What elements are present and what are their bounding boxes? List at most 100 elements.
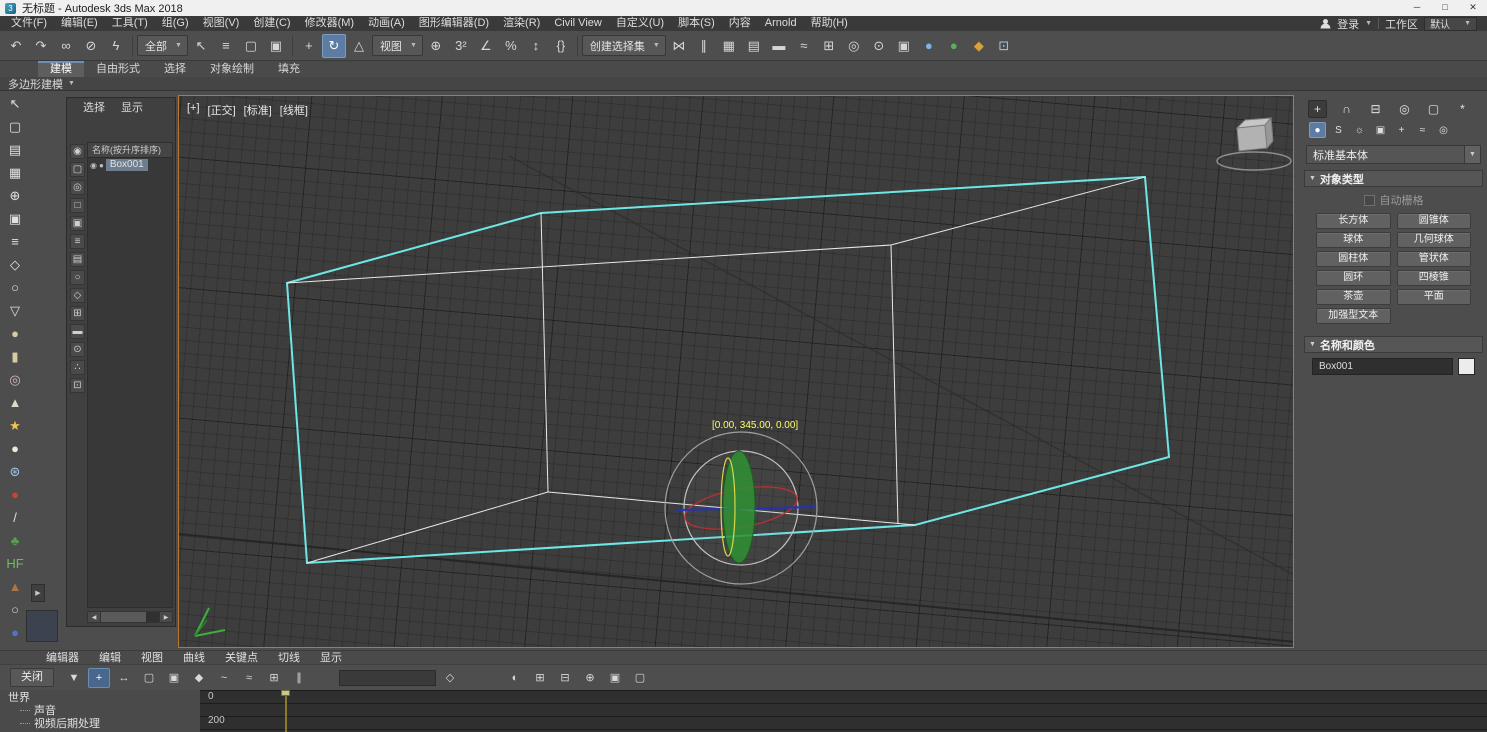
primitive-category-dropdown[interactable]: 标准基本体 ▼ (1306, 145, 1481, 164)
menu-item[interactable]: 内容 (722, 16, 758, 31)
scene-explorer-menu-item[interactable]: 选择 (83, 99, 105, 115)
selection-region-icon[interactable]: ▢ (239, 34, 263, 58)
snap-toggle-icon[interactable]: 3² (449, 34, 473, 58)
circle-tool-icon[interactable]: ○ (4, 277, 26, 298)
time-cursor-handle[interactable] (281, 690, 290, 696)
retime-icon[interactable]: ∥ (288, 668, 310, 688)
ribbon-tab[interactable]: 选择 (152, 61, 198, 77)
ribbon-tab[interactable]: 填充 (266, 61, 312, 77)
systems-subtab[interactable]: ◎ (1435, 122, 1452, 138)
viewport-label-segment[interactable]: [标准] (244, 102, 272, 118)
angle-snap-icon[interactable]: ∠ (474, 34, 498, 58)
render-iray-icon[interactable]: ● (942, 34, 966, 58)
scene-explorer-icon[interactable]: ▤ (742, 34, 766, 58)
menu-item[interactable]: 视图(V) (196, 16, 247, 31)
close-curve-editor-button[interactable]: 关闭 (10, 668, 54, 687)
menu-item[interactable]: 组(G) (155, 16, 196, 31)
render-online-icon[interactable]: ◆ (967, 34, 991, 58)
rectangle-tool-icon[interactable]: ▢ (4, 116, 26, 137)
time-cursor[interactable] (285, 690, 287, 732)
blue-ball-tool-icon[interactable]: ● (4, 622, 26, 643)
se-freeze-icon[interactable]: ▣ (70, 216, 85, 231)
ring-tool-icon[interactable]: ○ (4, 599, 26, 620)
se-geometry-icon[interactable]: ○ (70, 270, 85, 285)
name-column-header[interactable]: 名称(按升序排序) (88, 143, 172, 158)
object-color-swatch[interactable] (1458, 358, 1475, 375)
cameras-subtab[interactable]: ▣ (1372, 122, 1389, 138)
cylinder-primitive-icon[interactable]: ▮ (4, 346, 26, 367)
grid-tool-icon[interactable]: ▦ (4, 162, 26, 183)
display-tab[interactable]: ▢ (1424, 100, 1443, 118)
cone-outline-tool-icon[interactable]: ▽ (4, 300, 26, 321)
redo-icon[interactable]: ↷ (29, 34, 53, 58)
scrollbar-track[interactable] (101, 611, 159, 623)
scene-explorer-row[interactable]: ◉ ● Box001 (88, 158, 172, 172)
teapot-primitive-icon[interactable]: ◎ (4, 369, 26, 390)
key-value-input[interactable] (339, 670, 436, 686)
select-and-rotate-icon[interactable]: ↻ (322, 34, 346, 58)
box-button[interactable]: 长方体 (1316, 213, 1391, 229)
signin-button[interactable]: 登录 (1337, 16, 1359, 32)
select-object-icon[interactable]: ↖ (189, 34, 213, 58)
teapot-button[interactable]: 茶壶 (1316, 289, 1391, 305)
curve-editor-menu-item[interactable]: 视图 (131, 651, 173, 665)
select-and-move-icon[interactable]: + (297, 34, 321, 58)
se-display-icon[interactable]: ▢ (70, 162, 85, 177)
tube-button[interactable]: 管状体 (1397, 251, 1472, 267)
curve-editor-menu-item[interactable]: 切线 (268, 651, 310, 665)
object-name[interactable]: Box001 (106, 159, 148, 171)
drop-tool-icon[interactable]: ● (4, 484, 26, 505)
viewcube[interactable] (1217, 118, 1291, 170)
undo-icon[interactable]: ↶ (4, 34, 28, 58)
named-selection-sets-dropdown[interactable]: 创建选择集 ▼ (582, 35, 666, 56)
object-name-field[interactable]: Box001 (1312, 358, 1453, 375)
align-icon[interactable]: ∥ (692, 34, 716, 58)
cylinder-button[interactable]: 圆柱体 (1316, 251, 1391, 267)
workspace-dropdown[interactable]: 默认 ▼ (1424, 17, 1477, 31)
scale-values-icon[interactable]: ▣ (163, 668, 185, 688)
menu-item[interactable]: Arnold (758, 16, 804, 31)
scroll-left-icon[interactable]: ◀ (87, 611, 101, 623)
textplus-button[interactable]: 加强型文本 (1316, 308, 1391, 324)
se-hide-icon[interactable]: □ (70, 198, 85, 213)
percent-snap-icon[interactable]: % (499, 34, 523, 58)
reduce-keys-icon[interactable]: ≈ (238, 668, 260, 688)
frame-horizontal-extents-icon[interactable]: ⊞ (529, 668, 551, 688)
zoom-region-icon[interactable]: ▣ (604, 668, 626, 688)
se-bone-icon[interactable]: ∴ (70, 360, 85, 375)
menu-item[interactable]: 帮助(H) (804, 16, 855, 31)
plane-button[interactable]: 平面 (1397, 289, 1472, 305)
name-color-rollout-header[interactable]: ▼ 名称和颜色 (1304, 336, 1483, 353)
menu-item[interactable]: 文件(F) (4, 16, 54, 31)
window-crossing-icon[interactable]: ▣ (264, 34, 288, 58)
object-type-rollout-header[interactable]: ▼ 对象类型 (1304, 170, 1483, 187)
move-keys-icon[interactable]: + (88, 668, 110, 688)
sphere-button[interactable]: 球体 (1316, 232, 1391, 248)
viewport-label-segment[interactable]: [正交] (208, 102, 236, 118)
ribbon-tab[interactable]: 自由形式 (84, 61, 152, 77)
layers-tool-icon[interactable]: ▣ (4, 208, 26, 229)
horizontal-scrollbar[interactable]: ◀ ▶ (87, 611, 173, 623)
ribbon-toggle-icon[interactable]: ▬ (767, 34, 791, 58)
viewport[interactable]: [+][正交][标准][线框] [0.00, 345.00, 0.00] (178, 95, 1294, 648)
frame-value-extents-icon[interactable]: ⊟ (554, 668, 576, 688)
se-lock-icon[interactable]: ◎ (70, 180, 85, 195)
render-production-icon[interactable]: ● (917, 34, 941, 58)
menu-item[interactable]: 工具(T) (105, 16, 155, 31)
rendered-frame-icon[interactable]: ▣ (892, 34, 916, 58)
terrain-tool-icon[interactable]: ▲ (4, 576, 26, 597)
selection-filter-dropdown[interactable]: 全部 ▼ (137, 35, 188, 56)
shapes-subtab[interactable]: S (1330, 122, 1347, 138)
modify-tab[interactable]: ∩ (1337, 100, 1356, 118)
se-camera-icon[interactable]: ▬ (70, 324, 85, 339)
curve-editor-menu-item[interactable]: 曲线 (173, 651, 215, 665)
bind-to-space-warp-icon[interactable]: ϟ (104, 34, 128, 58)
select-and-scale-icon[interactable]: △ (347, 34, 371, 58)
particles-tool-icon[interactable]: ⊛ (4, 461, 26, 482)
track-tree-item[interactable]: 视频后期处理 (0, 716, 200, 729)
scale-keys-icon[interactable]: ▢ (138, 668, 160, 688)
open-container-icon[interactable]: ⊡ (992, 34, 1016, 58)
scrollbar-thumb[interactable] (101, 612, 146, 622)
select-tool-icon[interactable]: ↖ (4, 93, 26, 114)
key-entry-icon[interactable]: ◇ (439, 668, 461, 688)
